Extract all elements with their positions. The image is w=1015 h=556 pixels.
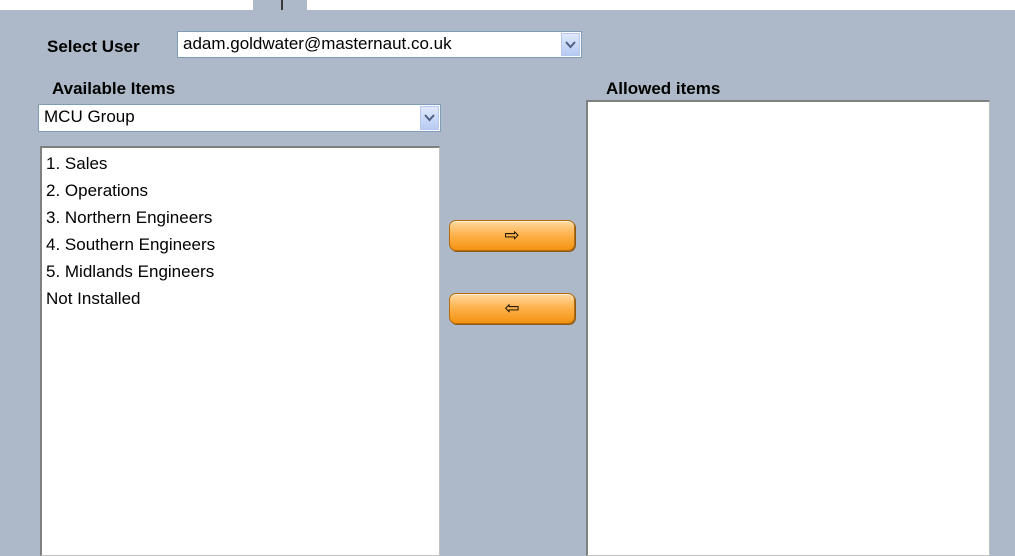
remove-from-allowed-button[interactable]: ⇦ [449, 293, 575, 324]
list-item[interactable]: 5. Midlands Engineers [46, 258, 439, 285]
filter-value: MCU Group [44, 107, 135, 126]
top-tab-divider [281, 0, 283, 10]
chevron-down-icon[interactable] [420, 106, 439, 130]
allowed-items-listbox[interactable] [586, 100, 990, 556]
top-tab-strip [0, 0, 1015, 10]
top-tab[interactable] [253, 0, 307, 10]
list-item[interactable]: 4. Southern Engineers [46, 231, 439, 258]
available-items-filter-dropdown[interactable]: MCU Group [38, 104, 441, 132]
chevron-down-icon[interactable] [561, 33, 580, 56]
list-item[interactable]: 1. Sales [46, 150, 439, 177]
arrow-left-icon: ⇦ [504, 297, 520, 319]
available-items-listbox[interactable]: 1. Sales 2. Operations 3. Northern Engin… [40, 146, 440, 556]
select-user-label: Select User [47, 37, 140, 56]
selected-user-value: adam.goldwater@masternaut.co.uk [183, 34, 452, 53]
arrow-right-icon: ⇨ [504, 224, 520, 246]
list-item[interactable]: Not Installed [46, 285, 439, 312]
list-item[interactable]: 2. Operations [46, 177, 439, 204]
available-items-label: Available Items [52, 79, 176, 98]
list-item[interactable]: 3. Northern Engineers [46, 204, 439, 231]
select-user-dropdown[interactable]: adam.goldwater@masternaut.co.uk [177, 31, 582, 58]
allowed-items-label: Allowed items [606, 79, 721, 98]
allowed-items-list [588, 102, 989, 104]
add-to-allowed-button[interactable]: ⇨ [449, 220, 575, 251]
